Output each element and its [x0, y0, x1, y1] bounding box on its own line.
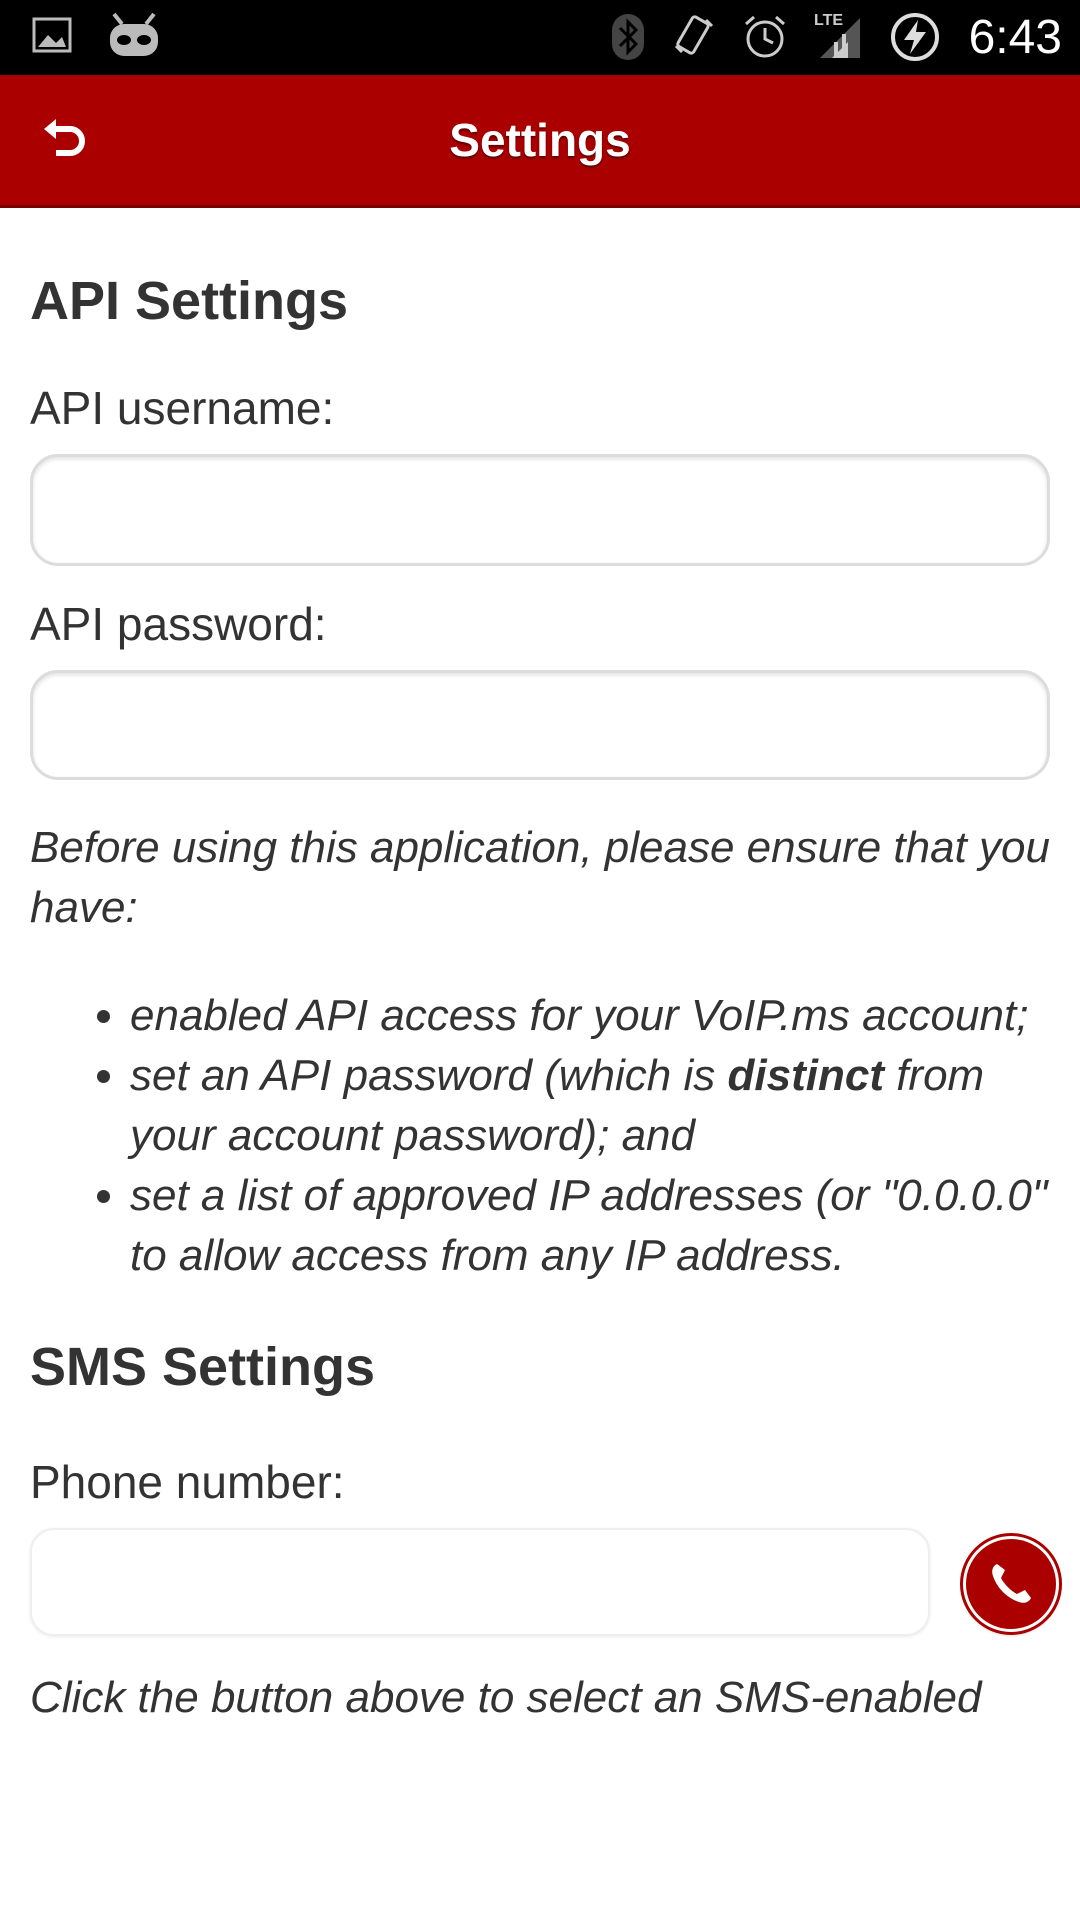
- api-username-input[interactable]: [30, 454, 1050, 566]
- info-item-api-access: enabled API access for your VoIP.ms acco…: [130, 986, 1050, 1046]
- vibrate-icon: [672, 12, 716, 62]
- status-time: 6:43: [968, 11, 1062, 64]
- info-item-api-password-text-start: set an API password (which is: [130, 1051, 728, 1100]
- bluetooth-icon: [610, 12, 646, 62]
- info-item-api-access-text: enabled API access for your VoIP.ms acco…: [130, 991, 1029, 1040]
- select-phone-number-button[interactable]: [963, 1536, 1059, 1632]
- phone-number-label: Phone number:: [30, 1456, 345, 1508]
- back-button[interactable]: [36, 111, 92, 167]
- page-title: Settings: [449, 114, 631, 166]
- info-item-distinct-bold: distinct: [727, 1051, 884, 1100]
- sms-footer-note: Click the button above to select an SMS-…: [30, 1673, 982, 1722]
- api-password-label: API password:: [30, 598, 327, 650]
- phone-number-row: [30, 1528, 1059, 1638]
- info-item-ip-addresses: set a list of approved IP addresses (or …: [130, 1166, 1050, 1286]
- info-item-ip-addresses-text: set a list of approved IP addresses (or …: [130, 1171, 1048, 1280]
- api-password-input[interactable]: [30, 670, 1050, 780]
- alarm-icon: [742, 14, 788, 60]
- app-bar: Settings: [0, 75, 1080, 208]
- cyanogen-android-icon: [106, 10, 162, 60]
- status-bar: LTE 6:43: [0, 0, 1080, 75]
- phone-number-input[interactable]: [30, 1528, 930, 1636]
- api-settings-heading: API Settings: [30, 271, 349, 331]
- battery-charging-icon: [890, 12, 940, 62]
- info-item-api-password: set an API password (which is distinct f…: [130, 1046, 1050, 1166]
- back-arrow-icon: [44, 119, 85, 156]
- info-list: enabled API access for your VoIP.ms acco…: [10, 986, 1050, 1286]
- api-username-label: API username:: [30, 382, 335, 434]
- lte-signal-icon: LTE: [814, 12, 864, 62]
- phone-icon: [992, 1564, 1031, 1603]
- sms-settings-heading: SMS Settings: [30, 1337, 376, 1397]
- info-intro: Before using this application, please en…: [30, 823, 1050, 932]
- settings-content: API Settings API username: API password:…: [30, 208, 1059, 1728]
- image-icon: [32, 15, 72, 55]
- lte-label: LTE: [814, 12, 844, 29]
